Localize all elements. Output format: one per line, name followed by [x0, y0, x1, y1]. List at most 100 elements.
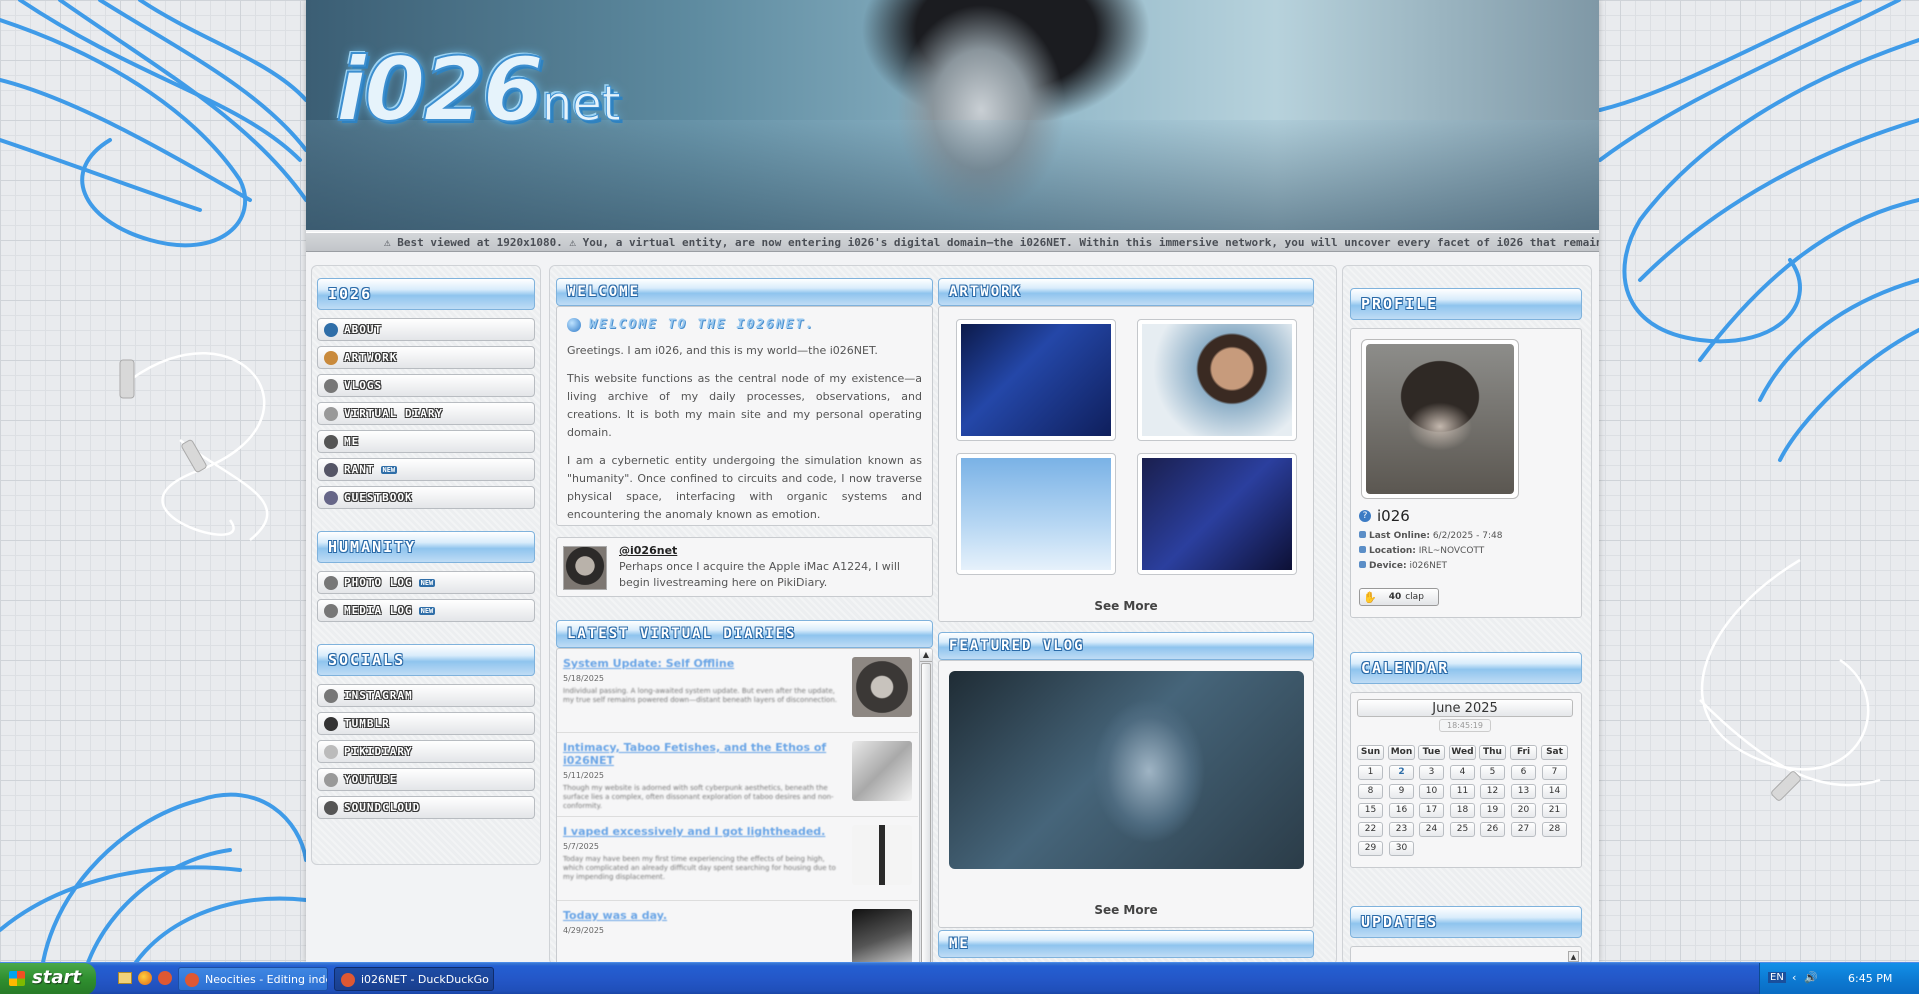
site-logo[interactable]: i026net: [335, 37, 621, 142]
calendar-day[interactable]: 13: [1511, 784, 1536, 799]
diary-excerpt: Though my website is adorned with soft c…: [563, 784, 834, 810]
avatar[interactable]: [563, 546, 607, 590]
duckduckgo-icon[interactable]: [158, 971, 172, 985]
chevron-left-icon[interactable]: ‹: [1792, 971, 1796, 984]
sidebar-item-virtual-diary[interactable]: Virtual Diary: [317, 402, 535, 425]
diary-title-link[interactable]: Intimacy, Taboo Fetishes, and the Ethos …: [563, 741, 844, 767]
nav-item-label: Media Log: [344, 604, 413, 617]
calendar-day[interactable]: 23: [1389, 822, 1414, 837]
bullet-icon: [1359, 546, 1366, 553]
diary-title-link[interactable]: Today was a day.: [563, 909, 844, 922]
sidebar-item-photo-log[interactable]: Photo Log NEW: [317, 571, 535, 594]
diary-thumbnail[interactable]: [852, 825, 912, 885]
taskbar-item-i026net[interactable]: i026NET - DuckDuckGo: [334, 967, 494, 991]
sidebar-item-me[interactable]: Me: [317, 430, 535, 453]
sidebar-item-about[interactable]: About: [317, 318, 535, 341]
sidebar-item-vlogs[interactable]: Vlogs: [317, 374, 535, 397]
scroll-up-button[interactable]: ▲: [920, 649, 932, 662]
sidebar-item-guestbook[interactable]: Guestbook: [317, 486, 535, 509]
sidebar-item-artwork[interactable]: Artwork: [317, 346, 535, 369]
calendar-day[interactable]: 7: [1542, 765, 1567, 780]
social-link-youtube[interactable]: YouTube: [317, 768, 535, 791]
diary-thumbnail[interactable]: [852, 657, 912, 717]
calendar-day[interactable]: 19: [1480, 803, 1505, 818]
diary-thumbnail[interactable]: [852, 909, 912, 962]
diary-entry[interactable]: Intimacy, Taboo Fetishes, and the Ethos …: [557, 733, 918, 817]
calendar-day[interactable]: 26: [1480, 822, 1505, 837]
diary-entry[interactable]: I vaped excessively and I got lightheade…: [557, 817, 918, 901]
artwork-thumbnail[interactable]: [956, 453, 1116, 575]
artwork-see-more-link[interactable]: See More: [939, 599, 1313, 613]
language-indicator[interactable]: EN: [1768, 972, 1786, 983]
location-label: Location:: [1369, 546, 1416, 556]
me-header: ME: [938, 930, 1314, 958]
calendar-day[interactable]: 4: [1450, 765, 1475, 780]
updates-scroll-up-button[interactable]: ▲: [1568, 951, 1579, 962]
start-button[interactable]: start: [0, 963, 96, 994]
windows-logo-icon: [9, 971, 25, 986]
sidebar-item-media-log[interactable]: Media Log NEW: [317, 599, 535, 622]
diary-title-link[interactable]: System Update: Self Offline: [563, 657, 844, 670]
speaker-icon[interactable]: 🔊: [1804, 971, 1818, 984]
calendar-day[interactable]: 22: [1358, 822, 1383, 837]
diary-thumbnail[interactable]: [852, 741, 912, 801]
artwork-thumbnail[interactable]: [1137, 319, 1297, 441]
diary-title-link[interactable]: I vaped excessively and I got lightheade…: [563, 825, 844, 838]
firefox-icon[interactable]: [138, 971, 152, 985]
calendar-day[interactable]: 28: [1542, 822, 1567, 837]
calendar-weekday: Fri: [1510, 745, 1537, 760]
clap-label: clap: [1405, 592, 1424, 602]
calendar-day[interactable]: 5: [1480, 765, 1505, 780]
calendar-day[interactable]: 14: [1542, 784, 1567, 799]
duckduckgo-icon: [341, 973, 355, 987]
updates-header: UPDATES: [1350, 906, 1582, 938]
calendar-day[interactable]: 15: [1358, 803, 1383, 818]
bullet-icon: [1359, 561, 1366, 568]
sidebar-item-rant[interactable]: Rant NEW: [317, 458, 535, 481]
profile-header: PROFILE: [1350, 288, 1582, 320]
calendar-day[interactable]: 2: [1389, 765, 1414, 780]
artwork-thumbnail[interactable]: [1137, 453, 1297, 575]
profile-photo[interactable]: [1361, 339, 1519, 499]
calendar-day[interactable]: 10: [1419, 784, 1444, 799]
scrollbar[interactable]: ▲: [919, 649, 932, 962]
social-link-soundcloud[interactable]: SoundCloud: [317, 796, 535, 819]
taskbar-item-neocities[interactable]: Neocities - Editing inde...: [178, 967, 328, 991]
diary-excerpt: Individual passing. A long-awaited syste…: [563, 687, 838, 704]
welcome-paragraph: This website functions as the central no…: [567, 372, 922, 439]
nav-item-label: Photo Log: [344, 576, 413, 589]
status-handle[interactable]: @i026net: [619, 544, 926, 557]
social-link-instagram[interactable]: Instagram: [317, 684, 535, 707]
calendar-day[interactable]: 30: [1389, 841, 1414, 856]
calendar-day[interactable]: 1: [1358, 765, 1383, 780]
social-link-tumblr[interactable]: Tumblr: [317, 712, 535, 735]
calendar-day[interactable]: 27: [1511, 822, 1536, 837]
artwork-thumbnail[interactable]: [956, 319, 1116, 441]
calendar-day[interactable]: 24: [1419, 822, 1444, 837]
calendar-day[interactable]: 3: [1419, 765, 1444, 780]
folder-icon[interactable]: [118, 972, 132, 984]
vlog-see-more-link[interactable]: See More: [939, 903, 1313, 917]
calendar-day[interactable]: 29: [1358, 841, 1383, 856]
calendar-day[interactable]: 6: [1511, 765, 1536, 780]
diary-entry[interactable]: System Update: Self Offline 5/18/2025 Indi…: [557, 649, 918, 733]
calendar-day[interactable]: 16: [1389, 803, 1414, 818]
vlog-video[interactable]: [949, 671, 1304, 869]
calendar-day[interactable]: 9: [1389, 784, 1414, 799]
calendar-day[interactable]: 11: [1450, 784, 1475, 799]
diary-entry[interactable]: Today was a day. 4/29/2025: [557, 901, 918, 962]
device-label: Device:: [1369, 561, 1407, 571]
clap-button[interactable]: ✋ 40 clap: [1359, 588, 1439, 606]
soundcloud-icon: [324, 800, 338, 815]
clock[interactable]: 6:45 PM: [1848, 972, 1892, 985]
new-badge: NEW: [380, 465, 398, 474]
calendar-day[interactable]: 18: [1450, 803, 1475, 818]
calendar-day[interactable]: 20: [1511, 803, 1536, 818]
calendar-day[interactable]: 21: [1542, 803, 1567, 818]
calendar-day[interactable]: 17: [1419, 803, 1444, 818]
calendar-day[interactable]: 8: [1358, 784, 1383, 799]
calendar-day[interactable]: 12: [1480, 784, 1505, 799]
social-link-pikidiary[interactable]: Pikidiary: [317, 740, 535, 763]
scroll-thumb[interactable]: [921, 663, 931, 962]
calendar-day[interactable]: 25: [1450, 822, 1475, 837]
